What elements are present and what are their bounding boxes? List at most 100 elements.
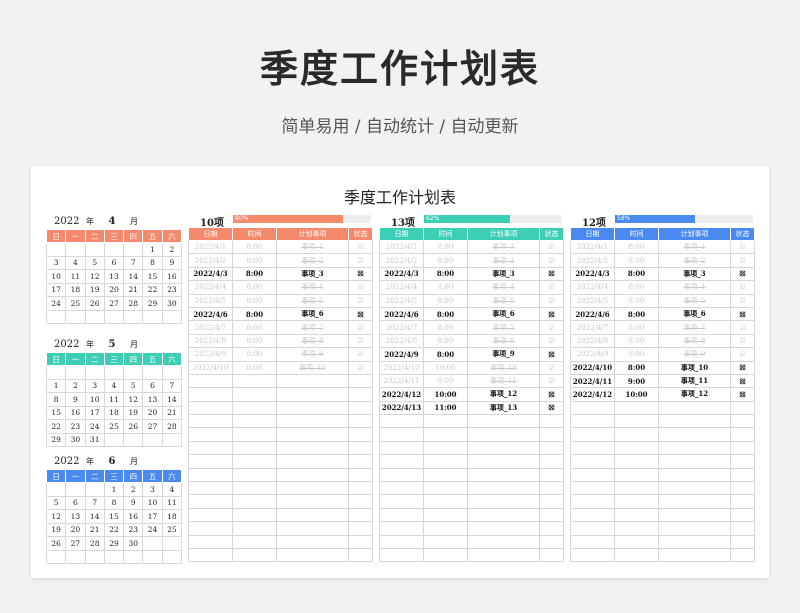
calendar-day[interactable]: 18 [103,405,125,420]
task-status-checkbox[interactable]: ☒ [730,360,755,375]
calendar-day[interactable] [45,242,67,257]
task-status-checkbox[interactable]: ☒ [730,387,755,402]
calendar-day[interactable] [45,482,67,497]
calendar-day[interactable]: 8 [103,495,125,510]
calendar-day[interactable]: 10 [142,495,163,510]
calendar-day[interactable]: 12 [123,392,144,407]
calendar-day[interactable]: 2 [123,482,144,497]
calendar-day[interactable] [84,365,105,380]
calendar-day[interactable]: 7 [161,378,183,393]
calendar-day[interactable]: 9 [65,392,86,407]
task-status-checkbox[interactable]: ☒ [730,266,755,282]
calendar-day[interactable]: 17 [84,405,105,420]
calendar-day[interactable]: 15 [103,509,125,524]
calendar-day[interactable]: 29 [142,296,163,311]
calendar-day[interactable] [123,242,144,257]
task-status-checkbox[interactable]: ☒ [539,347,564,362]
calendar-day[interactable]: 3 [84,378,105,393]
task-status-checkbox[interactable]: ☒ [348,266,373,282]
calendar-day[interactable]: 12 [84,269,105,284]
calendar-day[interactable]: 3 [142,482,163,497]
calendar-day[interactable]: 22 [142,282,163,297]
calendar-day[interactable]: 18 [65,282,86,297]
calendar-day[interactable] [142,536,163,551]
calendar-day[interactable]: 25 [103,419,125,434]
calendar-day[interactable] [161,309,183,324]
calendar-day[interactable] [142,432,163,447]
calendar-day[interactable] [161,432,183,447]
calendar-day[interactable]: 21 [123,282,144,297]
task-status-checkbox[interactable]: ☒ [539,400,564,416]
task-status-checkbox[interactable]: ☑ [348,320,373,335]
calendar-day[interactable]: 27 [103,296,125,311]
calendar-day[interactable]: 5 [84,255,105,270]
calendar-day[interactable] [123,309,144,324]
calendar-day[interactable]: 15 [142,269,163,284]
calendar-day[interactable]: 26 [123,419,144,434]
calendar-day[interactable]: 11 [161,495,183,510]
calendar-day[interactable]: 11 [103,392,125,407]
calendar-day[interactable]: 9 [123,495,144,510]
calendar-day[interactable]: 1 [103,482,125,497]
task-status-checkbox[interactable]: ☑ [730,280,755,295]
task-status-checkbox[interactable]: ☑ [730,320,755,335]
task-status-checkbox[interactable]: ☑ [539,360,564,375]
task-status-checkbox[interactable]: ☒ [348,306,373,322]
task-status-checkbox[interactable]: ☑ [730,333,755,349]
calendar-day[interactable] [142,309,163,324]
task-status-checkbox[interactable]: ☒ [539,306,564,322]
calendar-day[interactable]: 8 [142,255,163,270]
calendar-day[interactable] [45,549,67,564]
calendar-day[interactable]: 22 [45,419,67,434]
calendar-day[interactable] [123,432,144,447]
calendar-day[interactable]: 5 [123,378,144,393]
calendar-day[interactable] [161,549,183,564]
calendar-day[interactable]: 6 [142,378,163,393]
calendar-day[interactable]: 6 [65,495,86,510]
calendar-day[interactable]: 7 [123,255,144,270]
calendar-day[interactable] [123,549,144,564]
calendar-day[interactable]: 19 [84,282,105,297]
calendar-day[interactable]: 16 [123,509,144,524]
calendar-day[interactable]: 4 [161,482,183,497]
calendar-day[interactable]: 1 [142,242,163,257]
calendar-day[interactable]: 29 [45,432,67,447]
calendar-day[interactable]: 26 [45,536,67,551]
calendar-day[interactable]: 14 [84,509,105,524]
task-status-checkbox[interactable]: ☑ [539,280,564,295]
task-status-checkbox[interactable]: ☑ [539,293,564,308]
calendar-day[interactable]: 9 [161,255,183,270]
calendar-day[interactable] [84,309,105,324]
calendar-day[interactable]: 4 [65,255,86,270]
task-status-checkbox[interactable]: ☑ [730,293,755,308]
calendar-day[interactable]: 7 [84,495,105,510]
task-status-checkbox[interactable]: ☑ [348,347,373,362]
task-status-checkbox[interactable]: ☑ [539,373,564,389]
task-status-checkbox[interactable]: ☒ [730,306,755,322]
calendar-day[interactable]: 17 [45,282,67,297]
calendar-day[interactable] [161,365,183,380]
calendar-day[interactable] [103,309,125,324]
calendar-day[interactable]: 28 [123,296,144,311]
calendar-day[interactable]: 20 [142,405,163,420]
calendar-day[interactable] [65,309,86,324]
calendar-day[interactable]: 3 [45,255,67,270]
calendar-day[interactable]: 11 [65,269,86,284]
calendar-day[interactable]: 14 [161,392,183,407]
calendar-day[interactable]: 17 [142,509,163,524]
calendar-day[interactable]: 30 [161,296,183,311]
calendar-day[interactable] [103,549,125,564]
task-status-checkbox[interactable]: ☑ [348,293,373,308]
task-status-checkbox[interactable]: ☑ [348,239,373,255]
calendar-day[interactable]: 30 [123,536,144,551]
calendar-day[interactable]: 14 [123,269,144,284]
calendar-day[interactable] [142,549,163,564]
task-status-checkbox[interactable]: ☑ [539,320,564,335]
calendar-day[interactable]: 18 [161,509,183,524]
calendar-day[interactable]: 28 [84,536,105,551]
calendar-day[interactable]: 28 [161,419,183,434]
calendar-day[interactable]: 16 [161,269,183,284]
task-status-checkbox[interactable]: ☒ [539,266,564,282]
calendar-day[interactable] [45,365,67,380]
calendar-day[interactable]: 4 [103,378,125,393]
